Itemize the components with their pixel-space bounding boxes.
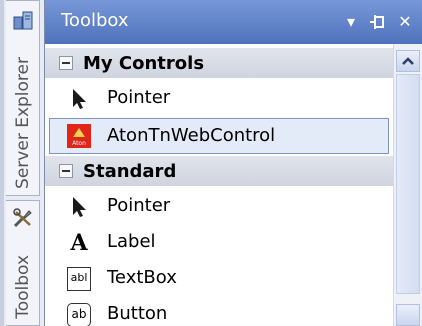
auto-hide-pin-icon[interactable] — [367, 12, 387, 32]
scroll-down-button[interactable] — [396, 304, 420, 326]
toolbox-panel: Toolbox ▾ ✕ My Controls Pointer Aton Ato… — [44, 0, 422, 326]
toolbox-item-label[interactable]: A Label — [45, 224, 393, 260]
item-label: Pointer — [107, 87, 171, 108]
item-label: Pointer — [107, 195, 171, 216]
group-header-my-controls[interactable]: My Controls — [45, 48, 393, 78]
collapse-icon[interactable] — [59, 164, 73, 178]
aton-logo-text: Aton — [72, 140, 86, 147]
toolbox-item-button[interactable]: ab Button — [45, 296, 393, 326]
server-explorer-icon — [13, 11, 33, 30]
pointer-icon — [73, 197, 86, 217]
label-icon: A — [70, 230, 88, 256]
chevron-up-icon — [402, 57, 414, 65]
item-label: AtonTnWebControl — [107, 125, 276, 146]
toolbox-list: My Controls Pointer Aton AtonTnWebContro… — [45, 44, 393, 326]
textbox-icon: abl — [67, 267, 91, 291]
aton-control-icon: Aton — [67, 124, 91, 148]
toolbox-tab[interactable]: Toolbox — [6, 200, 40, 326]
group-title: Standard — [83, 161, 177, 182]
toolbox-tools-icon — [13, 208, 32, 228]
item-label: TextBox — [107, 267, 177, 288]
group-title: My Controls — [83, 53, 205, 74]
toolbox-title: Toolbox — [61, 10, 129, 31]
auto-hide-strip: Server Explorer Toolbox — [0, 0, 44, 326]
scroll-up-button[interactable] — [396, 50, 420, 72]
toolbox-side-label: Toolbox — [13, 255, 33, 319]
scrollbar-thumb[interactable] — [396, 74, 420, 294]
pointer-icon — [73, 89, 86, 109]
group-header-standard[interactable]: Standard — [45, 156, 393, 186]
close-icon[interactable]: ✕ — [395, 12, 415, 32]
server-explorer-label: Server Explorer — [13, 57, 33, 189]
vertical-scrollbar[interactable] — [393, 44, 422, 326]
collapse-icon[interactable] — [59, 56, 73, 70]
server-explorer-tab[interactable]: Server Explorer — [6, 0, 40, 196]
toolbox-item-atontnwebcontrol[interactable]: Aton AtonTnWebControl — [49, 118, 389, 154]
strip-edge — [0, 0, 4, 326]
toolbox-item-pointer[interactable]: Pointer — [45, 188, 393, 224]
item-label: Label — [107, 231, 156, 252]
window-position-dropdown-icon[interactable]: ▾ — [341, 12, 361, 32]
item-label: Button — [107, 303, 168, 324]
toolbox-item-textbox[interactable]: abl TextBox — [45, 260, 393, 296]
button-icon: ab — [67, 303, 91, 326]
toolbox-titlebar: Toolbox ▾ ✕ — [45, 0, 422, 44]
toolbox-item-pointer[interactable]: Pointer — [45, 80, 393, 116]
